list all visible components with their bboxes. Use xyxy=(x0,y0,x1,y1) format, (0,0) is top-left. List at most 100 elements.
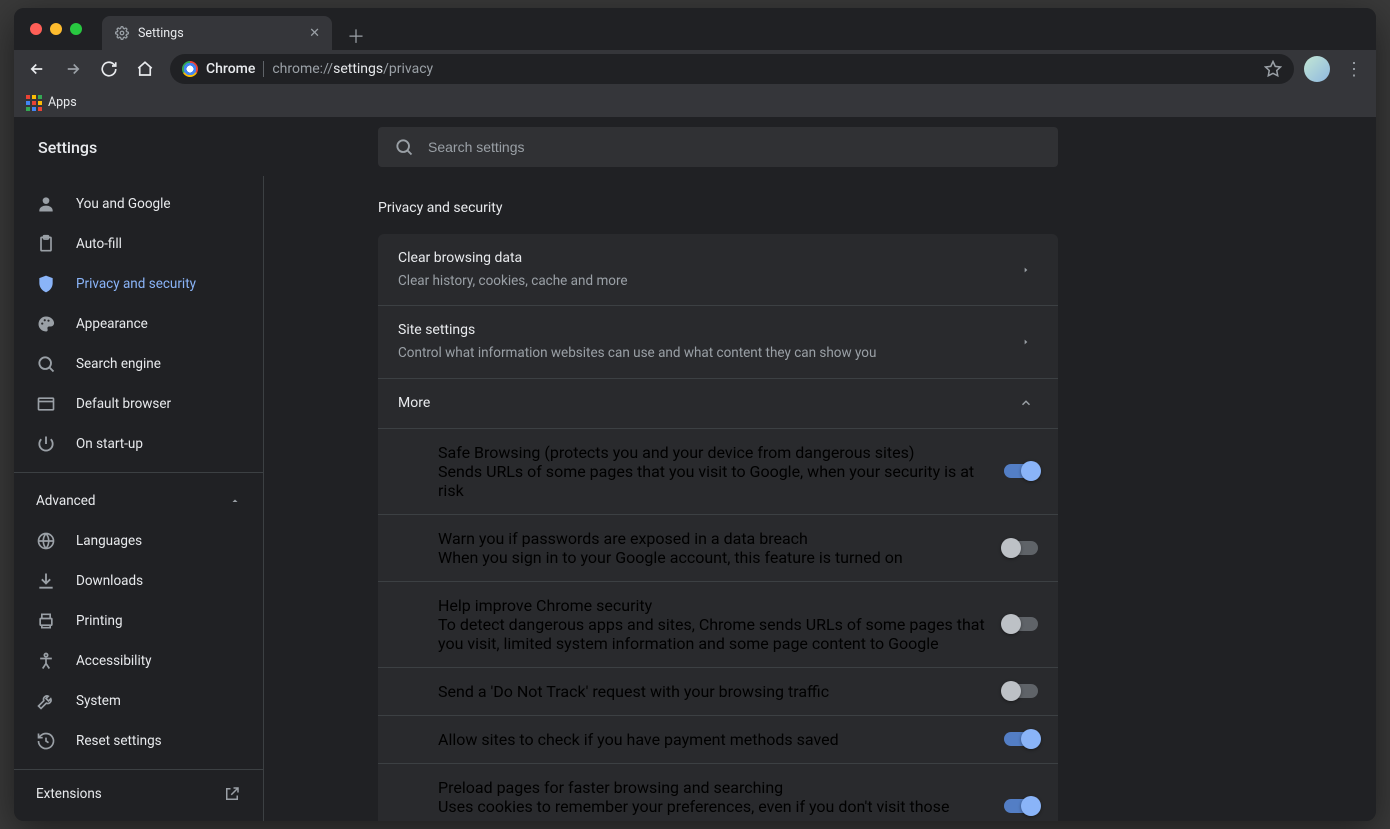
row-subtitle: Uses cookies to remember your preference… xyxy=(438,797,988,822)
palette-icon xyxy=(36,314,56,334)
window-icon xyxy=(36,394,56,414)
apps-label: Apps xyxy=(48,95,77,110)
wrench-icon xyxy=(36,691,56,711)
sidebar-item-label: Search engine xyxy=(76,356,161,372)
user-icon xyxy=(36,194,56,214)
sidebar-item-privacy-security[interactable]: Privacy and security xyxy=(14,264,263,304)
page-header: Settings xyxy=(14,118,1376,176)
address-bar[interactable]: Chrome chrome://settings/privacy xyxy=(170,54,1294,84)
row-subtitle: When you sign in to your Google account,… xyxy=(438,548,988,567)
tab-close-button[interactable]: ✕ xyxy=(309,26,320,41)
window-controls xyxy=(14,23,82,35)
restore-icon xyxy=(36,731,56,751)
sidebar-item-accessibility[interactable]: Accessibility xyxy=(14,641,263,681)
toggle-help-improve-security[interactable] xyxy=(1004,617,1038,631)
reload-button[interactable] xyxy=(94,54,124,84)
title-bar: Settings ✕ ＋ xyxy=(14,8,1376,50)
bookmark-star-icon[interactable] xyxy=(1264,60,1282,78)
clipboard-icon xyxy=(36,234,56,254)
sidebar-item-default-browser[interactable]: Default browser xyxy=(14,384,263,424)
divider xyxy=(263,61,264,77)
settings-search-box[interactable] xyxy=(378,127,1058,167)
row-title: Send a 'Do Not Track' request with your … xyxy=(438,682,988,701)
sidebar-item-label: Privacy and security xyxy=(76,276,196,292)
power-icon xyxy=(36,434,56,454)
sidebar-item-label: Accessibility xyxy=(76,653,152,669)
sidebar-item-label: Printing xyxy=(76,613,123,629)
row-title: More xyxy=(398,393,1014,414)
sidebar-item-label: You and Google xyxy=(76,196,171,212)
toggle-payment-methods[interactable] xyxy=(1004,732,1038,746)
row-site-settings[interactable]: Site settings Control what information w… xyxy=(378,305,1058,377)
row-title: Safe Browsing (protects you and your dev… xyxy=(438,443,988,462)
row-preload-pages: Preload pages for faster browsing and se… xyxy=(378,763,1058,822)
page-title: Settings xyxy=(38,138,378,157)
sidebar-item-label: On start-up xyxy=(76,436,143,452)
forward-button[interactable] xyxy=(58,54,88,84)
browser-window: Settings ✕ ＋ Chrome chrome://settings/pr… xyxy=(14,8,1376,821)
sidebar-item-search-engine[interactable]: Search engine xyxy=(14,344,263,384)
sidebar-item-downloads[interactable]: Downloads xyxy=(14,561,263,601)
section-title: Privacy and security xyxy=(378,176,1058,234)
sidebar-item-extensions[interactable]: Extensions xyxy=(14,769,263,817)
gear-icon xyxy=(114,25,130,41)
sidebar-advanced-toggle[interactable]: Advanced xyxy=(14,481,263,521)
apps-shortcut[interactable]: Apps xyxy=(26,95,77,111)
row-subtitle: To detect dangerous apps and sites, Chro… xyxy=(438,615,988,653)
sidebar-item-appearance[interactable]: Appearance xyxy=(14,304,263,344)
sidebar-item-system[interactable]: System xyxy=(14,681,263,721)
browser-tab-settings[interactable]: Settings ✕ xyxy=(102,16,332,50)
new-tab-button[interactable]: ＋ xyxy=(342,22,370,50)
sidebar-item-label: Auto-fill xyxy=(76,236,122,252)
sidebar-item-label: System xyxy=(76,693,121,709)
kebab-menu-button[interactable]: ⋮ xyxy=(1340,55,1368,83)
sidebar-item-you-and-google[interactable]: You and Google xyxy=(14,184,263,224)
row-payment-methods: Allow sites to check if you have payment… xyxy=(378,715,1058,763)
sidebar-item-label: Default browser xyxy=(76,396,171,412)
sidebar-item-label: Appearance xyxy=(76,316,148,332)
sidebar-item-reset[interactable]: Reset settings xyxy=(14,721,263,761)
download-icon xyxy=(36,571,56,591)
search-input[interactable] xyxy=(428,139,1042,155)
url-text: chrome://settings/privacy xyxy=(272,61,433,77)
row-title: Help improve Chrome security xyxy=(438,596,988,615)
window-close-button[interactable] xyxy=(30,23,42,35)
chevron-right-icon xyxy=(1014,264,1038,276)
extensions-label: Extensions xyxy=(36,786,102,802)
home-button[interactable] xyxy=(130,54,160,84)
shield-icon xyxy=(36,274,56,294)
row-subtitle: Control what information websites can us… xyxy=(398,343,1014,363)
profile-avatar[interactable] xyxy=(1304,56,1330,82)
row-title: Clear browsing data xyxy=(398,248,1014,269)
open-external-icon xyxy=(223,785,241,803)
row-clear-browsing-data[interactable]: Clear browsing data Clear history, cooki… xyxy=(378,234,1058,305)
row-subtitle: Sends URLs of some pages that you visit … xyxy=(438,462,988,500)
chrome-icon xyxy=(182,61,198,77)
window-minimize-button[interactable] xyxy=(50,23,62,35)
advanced-label: Advanced xyxy=(36,493,96,509)
bookmarks-bar: Apps xyxy=(14,88,1376,118)
toggle-password-breach[interactable] xyxy=(1004,541,1038,555)
row-title: Warn you if passwords are exposed in a d… xyxy=(438,529,988,548)
sidebar-item-on-startup[interactable]: On start-up xyxy=(14,424,263,464)
row-more-toggle[interactable]: More xyxy=(378,378,1058,428)
sidebar-item-label: Downloads xyxy=(76,573,143,589)
globe-icon xyxy=(36,531,56,551)
nav-separator xyxy=(14,472,263,473)
window-maximize-button[interactable] xyxy=(70,23,82,35)
sidebar-item-printing[interactable]: Printing xyxy=(14,601,263,641)
row-do-not-track: Send a 'Do Not Track' request with your … xyxy=(378,667,1058,715)
back-button[interactable] xyxy=(22,54,52,84)
row-title: Site settings xyxy=(398,320,1014,341)
settings-sidebar: You and Google Auto-fill Privacy and sec… xyxy=(14,176,264,821)
search-icon xyxy=(36,354,56,374)
row-title: Allow sites to check if you have payment… xyxy=(438,730,988,749)
toggle-preload-pages[interactable] xyxy=(1004,799,1038,813)
settings-content[interactable]: Privacy and security Clear browsing data… xyxy=(264,176,1376,821)
sidebar-item-label: Languages xyxy=(76,533,142,549)
sidebar-item-autofill[interactable]: Auto-fill xyxy=(14,224,263,264)
sidebar-item-languages[interactable]: Languages xyxy=(14,521,263,561)
row-title: Preload pages for faster browsing and se… xyxy=(438,778,988,797)
toggle-do-not-track[interactable] xyxy=(1004,684,1038,698)
toggle-safe-browsing[interactable] xyxy=(1004,464,1038,478)
